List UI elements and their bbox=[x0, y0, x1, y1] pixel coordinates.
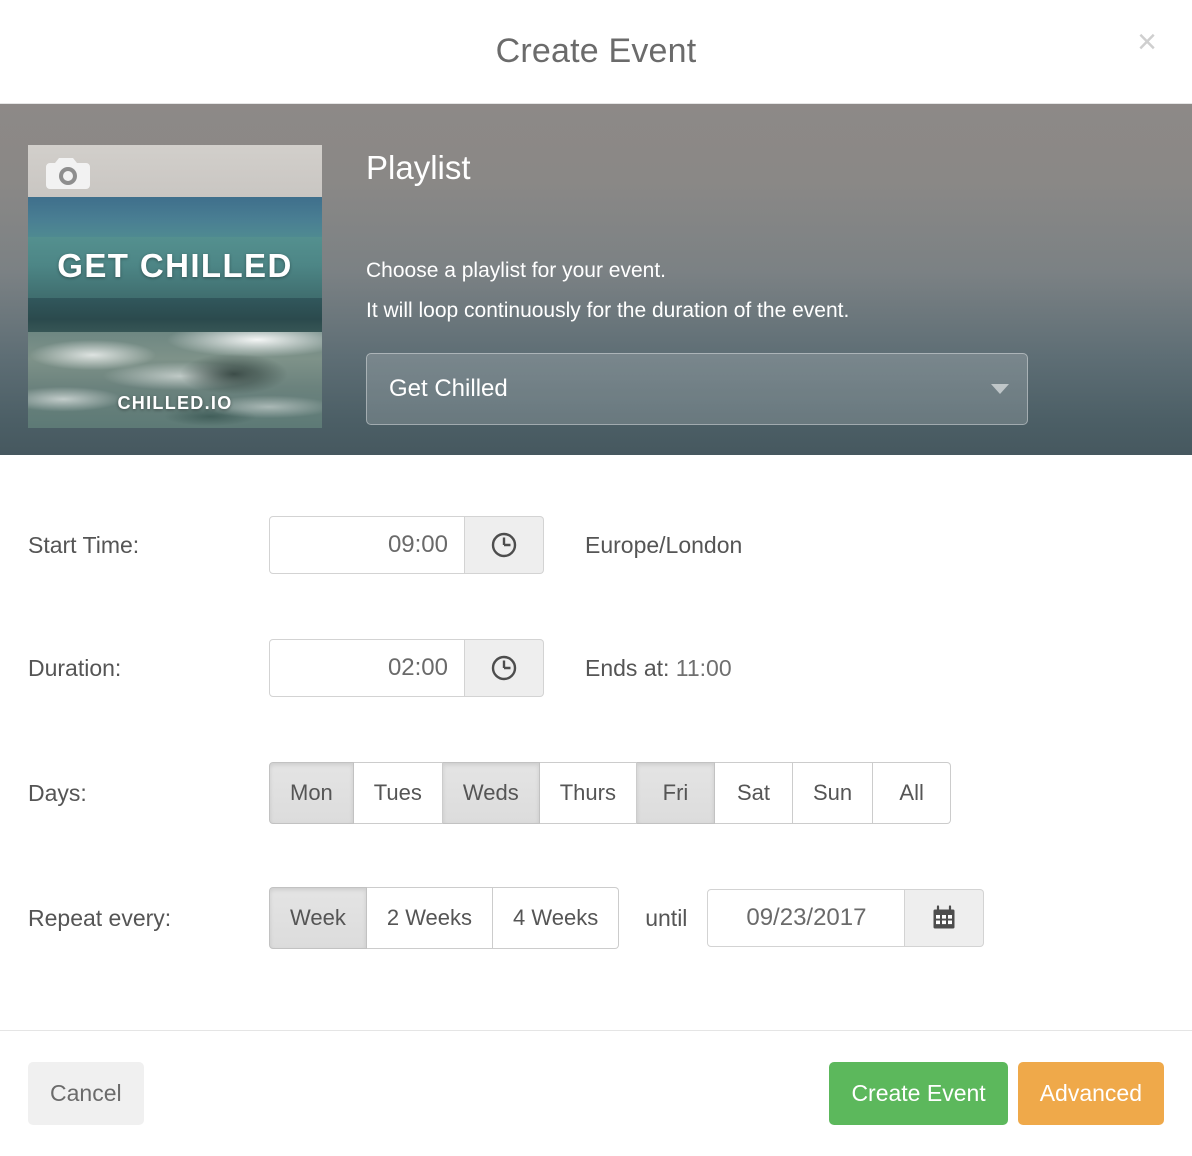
repeat-option-week[interactable]: Week bbox=[269, 887, 367, 949]
ends-at-note: Ends at: 11:00 bbox=[585, 655, 732, 682]
artwork-sea-far bbox=[28, 197, 322, 237]
duration-input-group: 02:00 bbox=[269, 639, 544, 697]
until-label: until bbox=[645, 904, 688, 931]
start-time-clock-button[interactable] bbox=[465, 516, 544, 574]
days-row: Days: Mon Tues Weds Thurs Fri Sat Sun All bbox=[28, 762, 1164, 824]
event-form: Start Time: 09:00 Europe/London Duration… bbox=[0, 455, 1192, 1030]
until-date-group: 09/23/2017 bbox=[707, 889, 985, 947]
artwork-title: GET CHILLED bbox=[57, 246, 293, 284]
hero-description: Choose a playlist for your event. It wil… bbox=[366, 251, 1028, 331]
playlist-select-value: Get Chilled bbox=[389, 374, 508, 402]
ends-at-value: 11:00 bbox=[675, 654, 732, 681]
start-time-row: Start Time: 09:00 Europe/London bbox=[28, 516, 1164, 574]
duration-label: Duration: bbox=[28, 654, 122, 681]
day-option-thurs[interactable]: Thurs bbox=[539, 762, 637, 824]
camera-icon[interactable] bbox=[40, 153, 96, 193]
until-date-input[interactable]: 09/23/2017 bbox=[707, 889, 906, 947]
day-option-sun[interactable]: Sun bbox=[792, 762, 874, 824]
clock-icon bbox=[491, 532, 517, 558]
repeat-button-group: Week 2 Weeks 4 Weeks bbox=[269, 887, 620, 949]
hero-heading: Playlist bbox=[366, 149, 471, 186]
artwork-footer: CHILLED.IO bbox=[117, 393, 233, 413]
day-option-weds[interactable]: Weds bbox=[442, 762, 540, 824]
duration-clock-button[interactable] bbox=[465, 639, 544, 697]
day-option-mon[interactable]: Mon bbox=[269, 762, 354, 824]
until-date-calendar-button[interactable] bbox=[905, 889, 985, 947]
playlist-hero: GET CHILLED CHILLED.IO Playlist Choose a… bbox=[0, 104, 1192, 455]
repeat-label: Repeat every: bbox=[28, 904, 172, 931]
footer-actions: Create Event Advanced bbox=[829, 1062, 1164, 1125]
calendar-icon bbox=[933, 905, 955, 929]
clock-icon bbox=[491, 655, 517, 681]
playlist-select[interactable]: Get Chilled bbox=[366, 352, 1028, 425]
artwork-rock bbox=[180, 354, 287, 395]
chevron-down-icon bbox=[991, 383, 1009, 394]
repeat-option-2-weeks[interactable]: 2 Weeks bbox=[366, 887, 494, 949]
day-option-all[interactable]: All bbox=[873, 762, 952, 824]
days-label: Days: bbox=[28, 779, 87, 806]
days-button-group: Mon Tues Weds Thurs Fri Sat Sun All bbox=[269, 762, 952, 824]
cancel-button[interactable]: Cancel bbox=[28, 1062, 144, 1125]
duration-input[interactable]: 02:00 bbox=[269, 639, 465, 697]
start-time-label: Start Time: bbox=[28, 531, 140, 558]
repeat-option-4-weeks[interactable]: 4 Weeks bbox=[493, 887, 620, 949]
duration-row: Duration: 02:00 Ends at: 11:00 bbox=[28, 639, 1164, 697]
playlist-artwork[interactable]: GET CHILLED CHILLED.IO bbox=[28, 145, 322, 428]
start-time-input[interactable]: 09:00 bbox=[269, 516, 465, 574]
hero-description-line2: It will loop continuously for the durati… bbox=[366, 298, 850, 322]
hero-description-line1: Choose a playlist for your event. bbox=[366, 259, 666, 282]
ends-at-label: Ends at: bbox=[585, 654, 670, 681]
repeat-row: Repeat every: Week 2 Weeks 4 Weeks until 0… bbox=[28, 887, 1164, 949]
advanced-button[interactable]: Advanced bbox=[1017, 1062, 1164, 1125]
create-event-modal: Create Event × GET CHILLED CHILLED.IO Pl… bbox=[0, 0, 1192, 1156]
day-option-fri[interactable]: Fri bbox=[636, 762, 715, 824]
modal-footer: Cancel Create Event Advanced bbox=[0, 1030, 1192, 1156]
close-icon[interactable]: × bbox=[1130, 25, 1164, 60]
hero-body: Playlist Choose a playlist for your even… bbox=[366, 145, 1028, 425]
create-event-button[interactable]: Create Event bbox=[829, 1062, 1008, 1125]
modal-header: Create Event × bbox=[0, 0, 1192, 104]
timezone-label: Europe/London bbox=[585, 531, 743, 558]
page-title: Create Event bbox=[495, 32, 697, 70]
start-time-input-group: 09:00 bbox=[269, 516, 544, 574]
day-option-sat[interactable]: Sat bbox=[714, 762, 793, 824]
day-option-tues[interactable]: Tues bbox=[353, 762, 443, 824]
